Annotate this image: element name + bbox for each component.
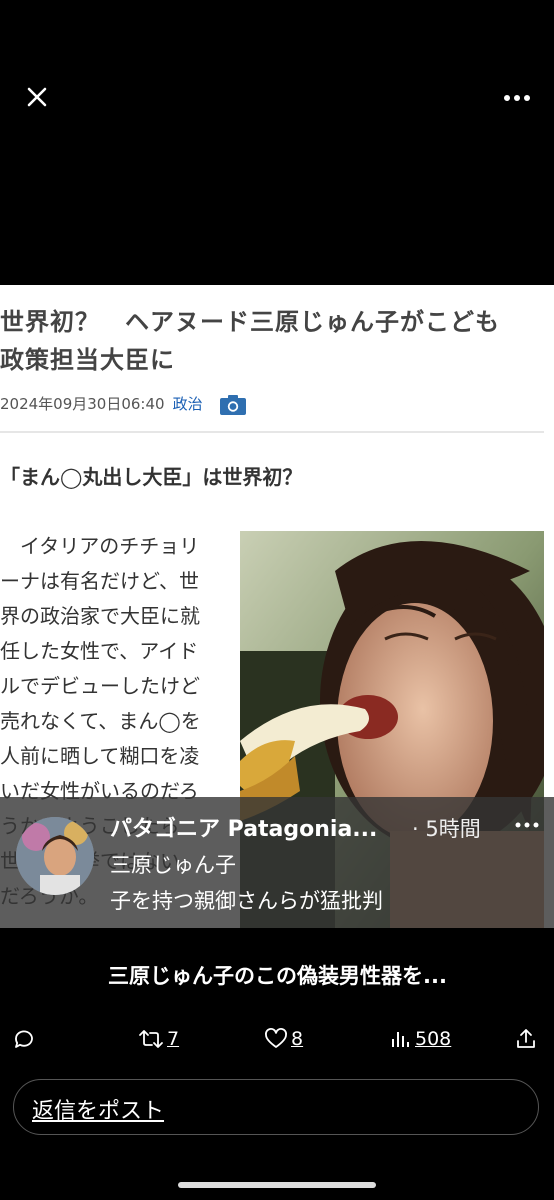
reply-icon [15,1030,33,1048]
reply-placeholder: 返信をポスト [32,1099,165,1124]
share-icon [517,1029,535,1048]
reply-button[interactable] [12,1026,36,1052]
avatar-image [16,817,94,895]
headline-line-1: 世界初？ ヘアヌード三原じゅん子がこども [0,308,500,336]
avatar[interactable] [16,817,94,895]
post-text[interactable]: 三原じゅん子のこの偽装男性器を... [108,960,447,990]
article-date: 2024年09月30日06:40 [0,395,165,413]
quoted-post-time: · 5時間 [412,817,481,841]
article-meta: 2024年09月30日06:40 政治 [0,393,203,414]
share-button[interactable] [514,1026,538,1052]
quoted-post-line-2: 子を持つ親御さんらが猛批判 [110,889,383,913]
close-button[interactable] [22,82,52,112]
post-action-bar: 7 8 508 [0,1020,554,1060]
media-viewer-top-bar [0,0,554,285]
like-button[interactable]: 8 [264,1026,303,1052]
divider [0,431,544,433]
article-category: 政治 [172,395,203,413]
view-count: 508 [415,1028,452,1050]
article-subheading: 「まん◯丸出し大臣」は世界初？ [0,465,303,489]
more-icon[interactable] [514,815,540,835]
camera-icon [220,395,246,415]
quoted-post-card[interactable]: パタゴニア Patagonia... · 5時間 三原じゅん子 子を持つ親御さん… [0,797,554,928]
analytics-icon [392,1032,409,1047]
more-icon [504,95,510,101]
close-icon [27,87,47,107]
quoted-post-line-1: 三原じゅん子 [110,853,236,877]
views-button[interactable]: 508 [390,1026,451,1052]
reply-input[interactable]: 返信をポスト [13,1079,539,1135]
repost-count: 7 [167,1028,180,1050]
more-options-button[interactable] [500,84,534,112]
more-icon-dot [524,95,530,101]
repost-button[interactable]: 7 [138,1026,179,1052]
like-count: 8 [291,1028,304,1050]
quoted-author-name[interactable]: パタゴニア Patagonia... [110,811,377,843]
more-icon-dot [514,95,520,101]
heart-icon [265,1028,287,1048]
headline-line-2: 政策担当大臣に [0,346,175,374]
home-indicator [178,1182,376,1188]
article-headline: 世界初？ ヘアヌード三原じゅん子がこども 政策担当大臣に [0,303,540,379]
repost-icon [139,1030,163,1048]
